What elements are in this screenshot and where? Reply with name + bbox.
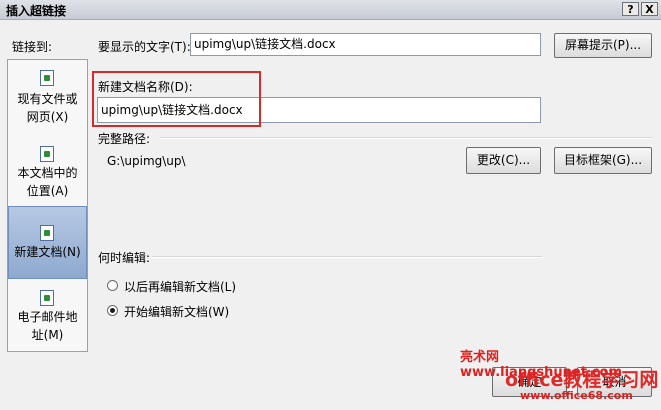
full-path-value: G:\upimg\up\ — [107, 154, 186, 168]
link-to-label: 链接到: — [12, 40, 53, 54]
sidebar-item-new-doc[interactable]: 新建文档(N) — [8, 206, 87, 279]
close-button[interactable]: X — [641, 2, 658, 16]
radio-edit-now[interactable]: 开始编辑新文档(W) — [107, 303, 307, 319]
display-text-input[interactable]: upimg\up\链接文档.docx — [190, 33, 541, 56]
new-doc-icon — [39, 225, 54, 241]
watermark-text: office教程学习网 — [505, 369, 659, 391]
link-to-sidebar: 现有文件或网页(X) 本文档中的位置(A) 新建文档(N) 电子邮件地址(M) — [7, 59, 88, 352]
display-text-label: 要显示的文字(T): — [98, 40, 191, 54]
full-path-label: 完整路径: — [98, 132, 151, 146]
separator — [152, 256, 542, 258]
window-title: 插入超链接 — [6, 4, 67, 18]
radio-edit-later[interactable]: 以后再编辑新文档(L) — [107, 278, 307, 294]
change-button[interactable]: 更改(C)... — [466, 147, 541, 174]
radio-label: 开始编辑新文档(W) — [124, 305, 230, 319]
target-frame-button[interactable]: 目标框架(G)... — [554, 147, 652, 174]
highlight-box — [92, 71, 261, 127]
place-in-doc-icon — [39, 146, 54, 162]
watermark-text: www.office68.com — [520, 389, 633, 402]
sidebar-item-existing-file[interactable]: 现有文件或网页(X) — [8, 66, 87, 126]
email-icon — [39, 290, 54, 306]
title-bar: 插入超链接 ? X — [0, 0, 661, 20]
radio-button-selected[interactable] — [107, 305, 118, 316]
sidebar-item-email[interactable]: 电子邮件地址(M) — [8, 286, 87, 344]
sidebar-item-place-in-doc[interactable]: 本文档中的位置(A) — [8, 142, 87, 200]
screen-tip-button[interactable]: 屏幕提示(P)... — [554, 33, 652, 58]
when-to-edit-label: 何时编辑: — [98, 251, 151, 265]
radio-button[interactable] — [107, 280, 118, 291]
help-button[interactable]: ? — [622, 2, 639, 16]
separator — [160, 137, 652, 139]
web-page-icon — [39, 70, 54, 86]
radio-label: 以后再编辑新文档(L) — [124, 280, 237, 294]
